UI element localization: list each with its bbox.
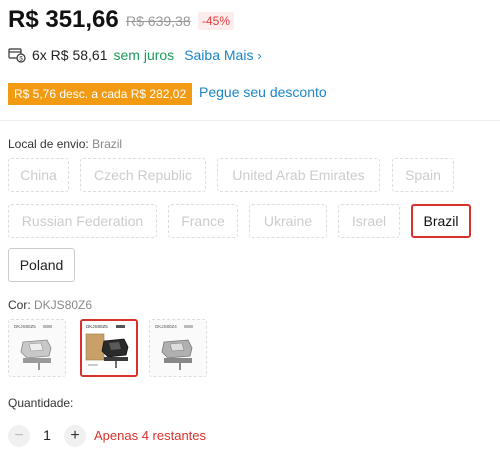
original-price: R$ 639,38 — [126, 13, 191, 29]
chevron-right-icon: › — [257, 48, 262, 63]
quantity-decrease-button[interactable]: − — [8, 425, 30, 447]
promo-tag: R$ 5,76 desc. a cada R$ 282,02 — [8, 83, 193, 105]
jigsaw-product-image: DKJS80Z6 — [82, 321, 136, 375]
installment-card-icon: $ — [8, 46, 26, 64]
saiba-mais-link[interactable]: Saiba Mais › — [184, 47, 262, 63]
divider — [0, 120, 500, 121]
minus-icon: − — [14, 427, 24, 444]
interest-free-text: sem juros — [113, 47, 175, 63]
stock-remaining-text: Apenas 4 restantes — [94, 428, 207, 443]
color-thumb-2[interactable]: DKJS80Z6 — [80, 319, 138, 377]
saiba-mais-label: Saiba Mais — [184, 47, 254, 63]
quantity-increase-button[interactable]: + — [64, 425, 86, 447]
ship-option-uae[interactable]: United Arab Emirates — [217, 158, 380, 192]
ship-option-russian-federation[interactable]: Russian Federation — [8, 204, 157, 238]
thumb-caption-2: DKJS80Z6 — [86, 324, 108, 329]
color-label: Cor: DKJS80Z6 — [8, 298, 92, 312]
shipping-label: Local de envio: Brazil — [8, 137, 122, 151]
quantity-label: Quantidade: — [8, 396, 74, 410]
color-label-text: Cor: — [8, 298, 31, 312]
shipping-selected-value: Brazil — [92, 137, 123, 151]
plus-icon: + — [70, 427, 80, 444]
ship-option-czech-republic[interactable]: Czech Republic — [80, 158, 206, 192]
thumb-caption-3: DKJS80Z4 — [155, 324, 177, 329]
get-discount-link[interactable]: Pegue seu desconto — [199, 84, 327, 100]
color-selected-value: DKJS80Z6 — [34, 298, 93, 312]
thumb-caption-1: DKJS80Z5 — [14, 324, 36, 329]
ship-option-spain[interactable]: Spain — [392, 158, 454, 192]
installments-row: $ 6x R$ 58,61 sem juros Saiba Mais › — [8, 46, 262, 64]
ship-option-china[interactable]: China — [8, 158, 69, 192]
ship-option-brazil[interactable]: Brazil — [411, 204, 471, 238]
discount-badge: -45% — [198, 12, 235, 30]
ship-option-ukraine[interactable]: Ukraine — [249, 204, 327, 238]
quantity-value[interactable]: 1 — [40, 427, 54, 443]
color-thumb-1[interactable]: DKJS80Z5 — [8, 319, 66, 377]
installment-text: 6x R$ 58,61 — [32, 47, 108, 63]
ship-option-israel[interactable]: Israel — [338, 204, 400, 238]
jigsaw-product-image: DKJS80Z4 — [150, 320, 206, 376]
color-thumb-3[interactable]: DKJS80Z4 — [149, 319, 207, 377]
shipping-label-text: Local de envio: — [8, 137, 89, 151]
ship-option-poland[interactable]: Poland — [8, 248, 75, 282]
jigsaw-product-image: DKJS80Z5 — [9, 320, 65, 376]
ship-option-france[interactable]: France — [168, 204, 238, 238]
current-price: R$ 351,66 — [8, 6, 119, 33]
